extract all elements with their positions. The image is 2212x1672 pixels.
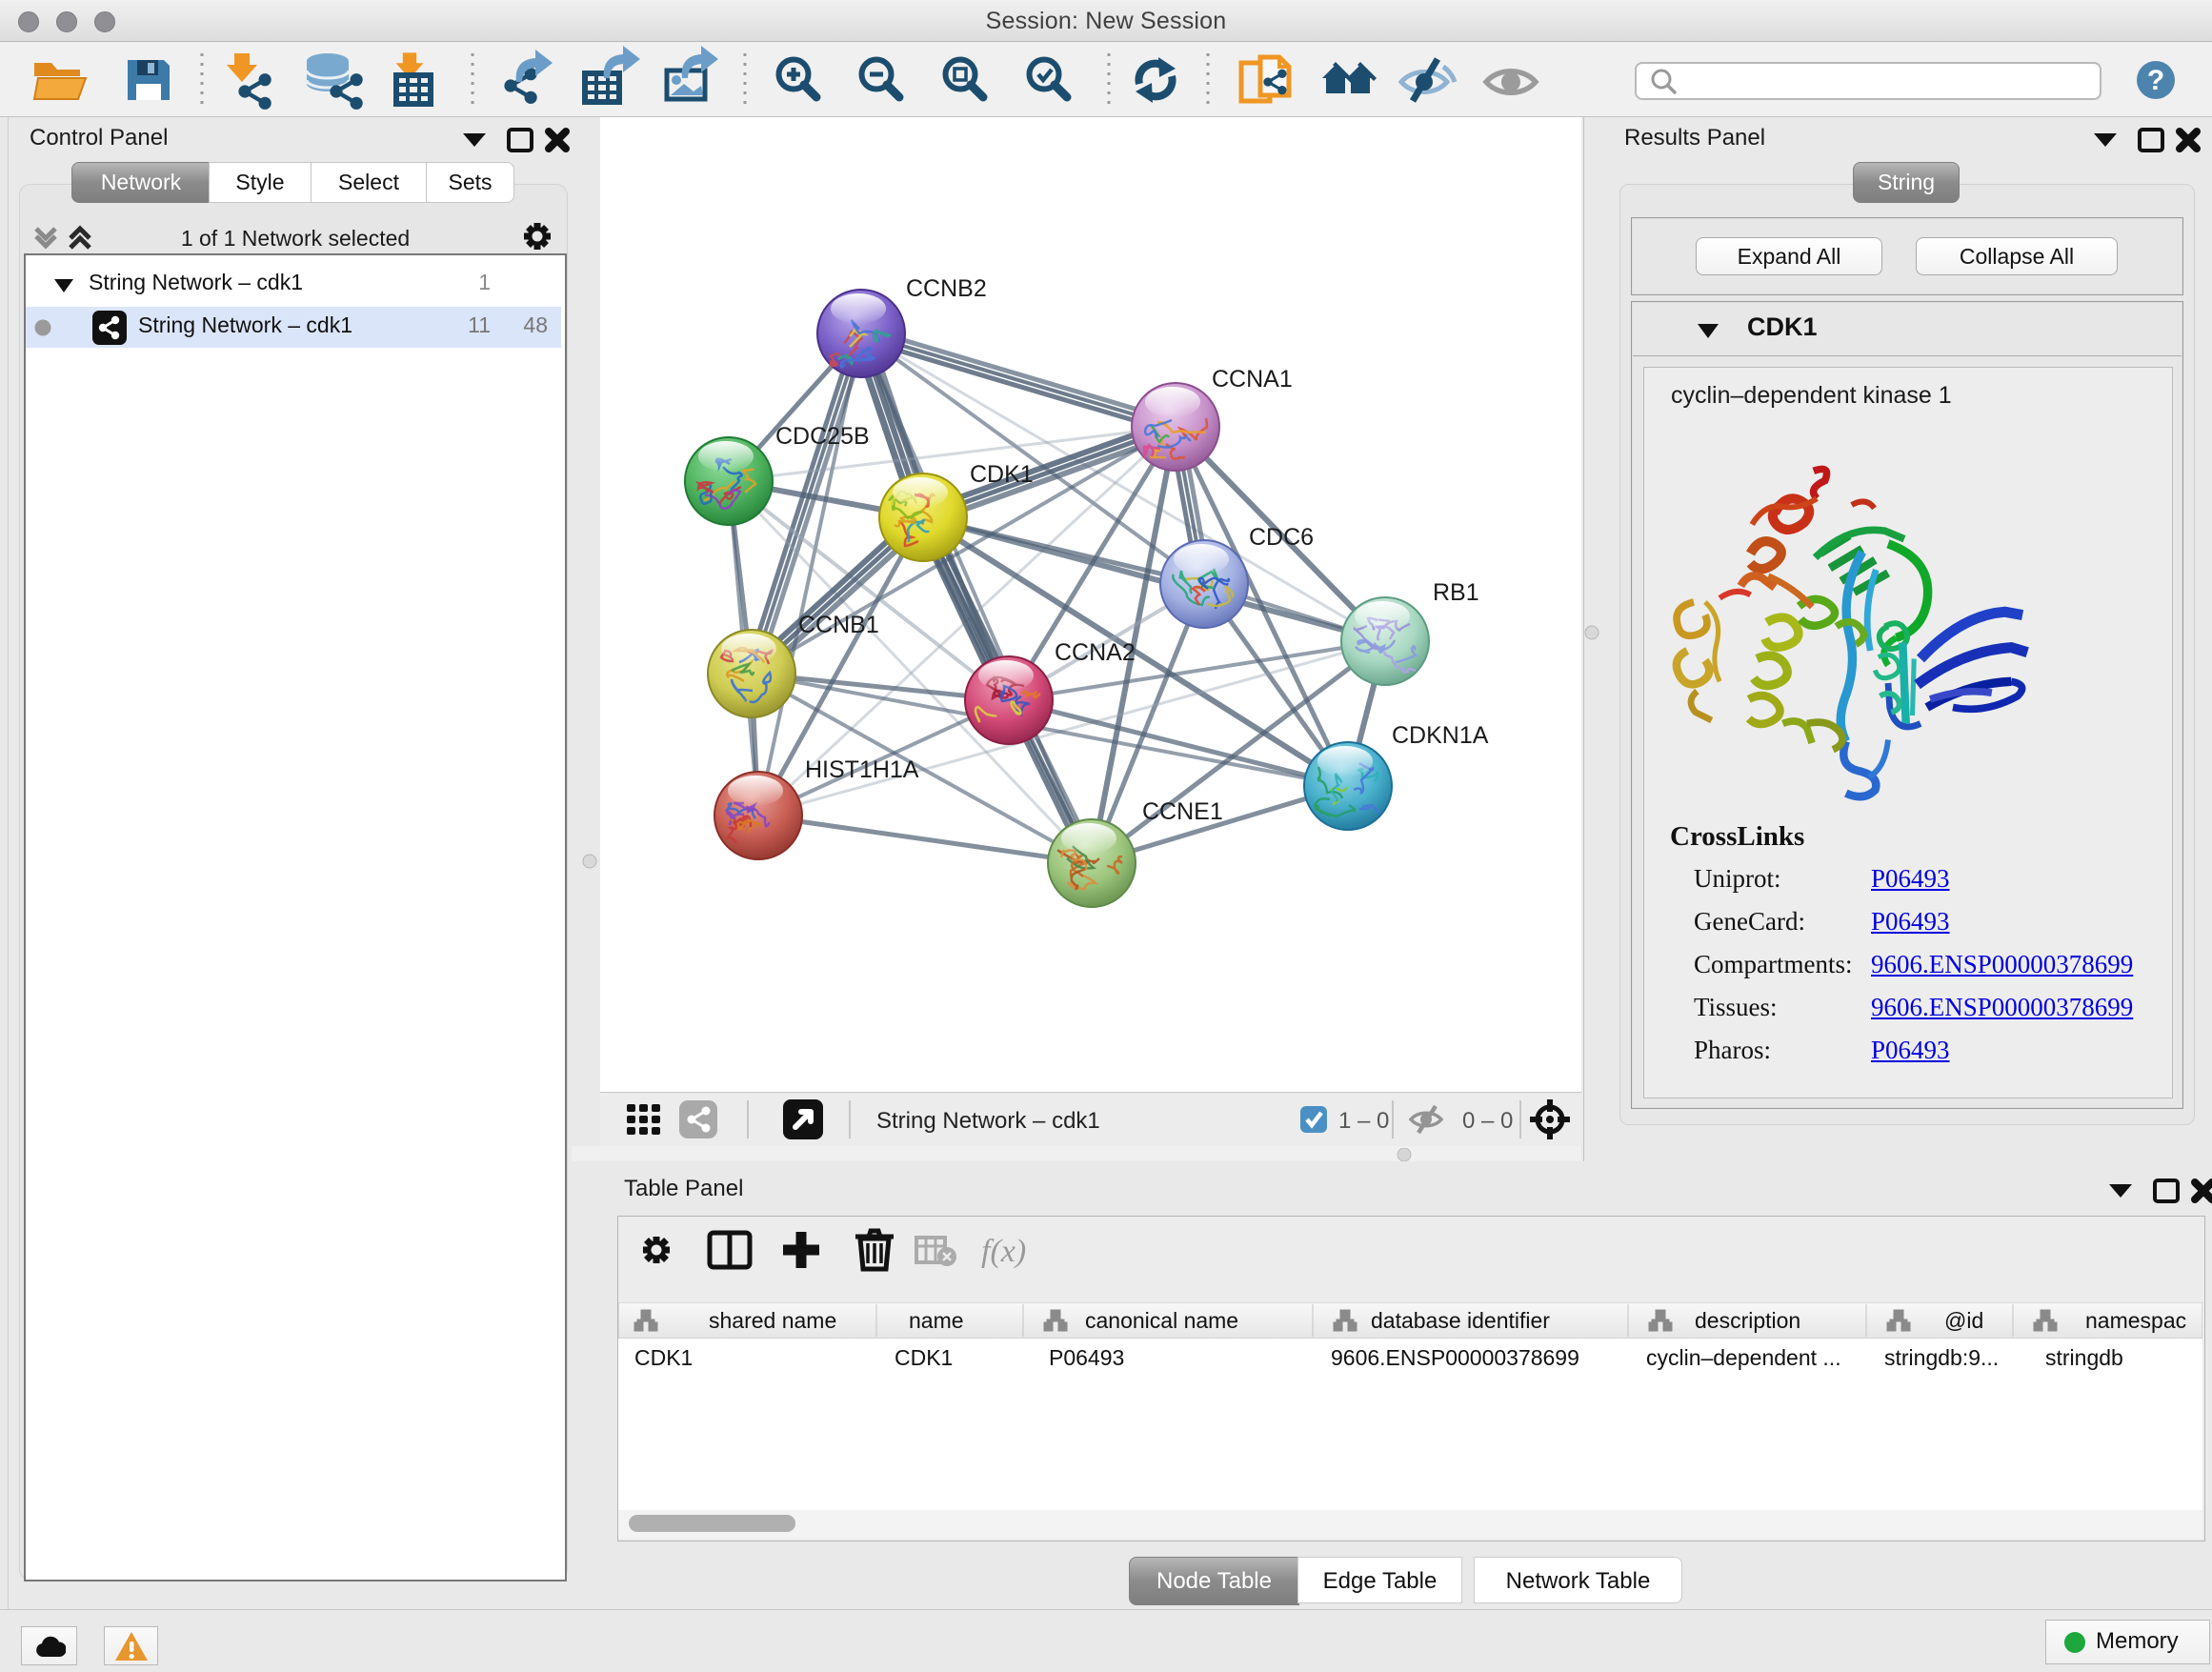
svg-text:?: ? — [2147, 65, 2164, 96]
svg-text:CDK1: CDK1 — [970, 461, 1034, 488]
svg-text:CCNA1: CCNA1 — [1212, 366, 1293, 393]
svg-text:RB1: RB1 — [1433, 579, 1479, 606]
svg-text:CCNE1: CCNE1 — [1142, 798, 1223, 825]
svg-text:cyclin–dependent ...: cyclin–dependent ... — [1646, 1345, 1841, 1370]
svg-text:0 – 0: 0 – 0 — [1462, 1108, 1513, 1134]
svg-text:description: description — [1695, 1308, 1800, 1333]
svg-text:name: name — [909, 1308, 964, 1333]
svg-text:CDKN1A: CDKN1A — [1392, 722, 1489, 749]
svg-text:f(x): f(x) — [981, 1234, 1026, 1269]
svg-text:CDK1: CDK1 — [895, 1345, 953, 1370]
svg-text:shared name: shared name — [709, 1308, 836, 1333]
svg-text:String Network – cdk1: String Network – cdk1 — [876, 1108, 1100, 1134]
svg-text:canonical name: canonical name — [1085, 1308, 1238, 1333]
svg-text:@id: @id — [1944, 1308, 1983, 1333]
svg-text:CCNB2: CCNB2 — [906, 275, 987, 302]
svg-text:CCNB1: CCNB1 — [798, 612, 879, 638]
svg-text:CCNA2: CCNA2 — [1055, 639, 1136, 666]
svg-text:1 – 0: 1 – 0 — [1338, 1108, 1389, 1134]
svg-text:9606.ENSP00000378699: 9606.ENSP00000378699 — [1331, 1345, 1579, 1370]
svg-text:database identifier: database identifier — [1371, 1308, 1550, 1333]
svg-text:CDC25B: CDC25B — [775, 423, 870, 450]
svg-text:stringdb: stringdb — [2045, 1345, 2123, 1370]
svg-text:CDC6: CDC6 — [1249, 524, 1314, 551]
svg-text:P06493: P06493 — [1049, 1345, 1124, 1370]
svg-text:namespac: namespac — [2085, 1308, 2186, 1333]
svg-text:CDK1: CDK1 — [634, 1345, 693, 1370]
svg-text:HIST1H1A: HIST1H1A — [805, 756, 919, 783]
svg-text:stringdb:9...: stringdb:9... — [1884, 1345, 1999, 1370]
